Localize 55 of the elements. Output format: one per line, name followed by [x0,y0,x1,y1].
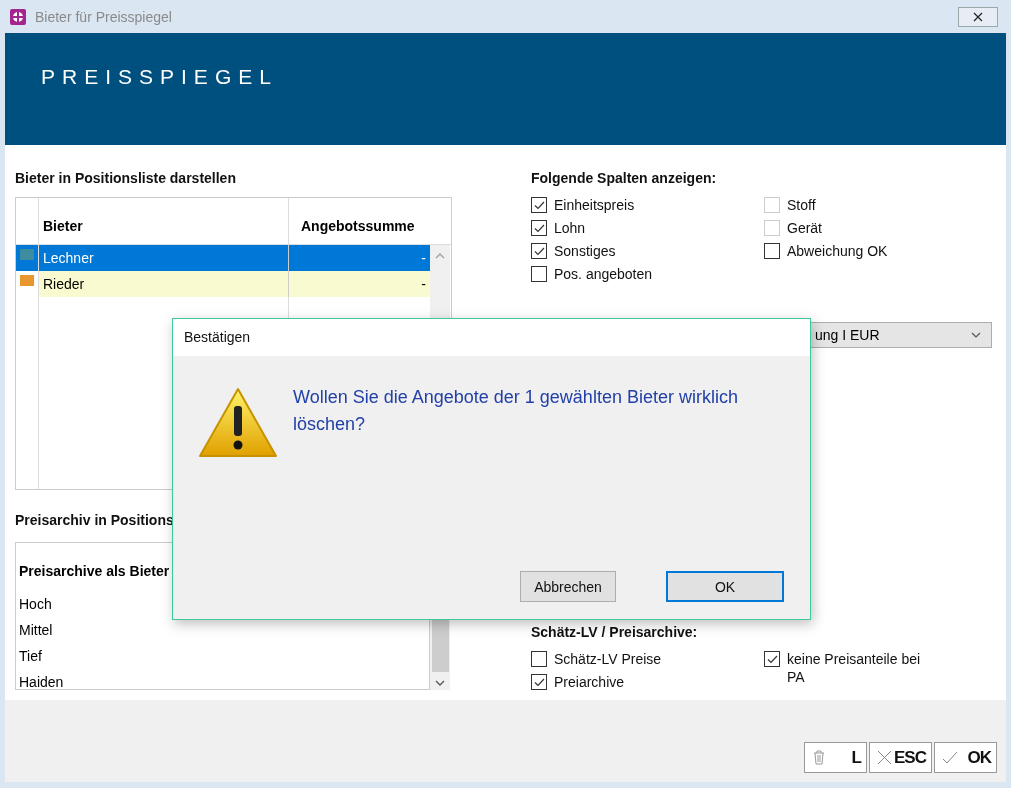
warning-icon [197,386,279,460]
list-item[interactable]: Mittel [19,617,425,643]
checkbox[interactable] [764,651,780,667]
checkbox-label: Stoff [787,196,816,214]
checkbox[interactable] [531,266,547,282]
table-cell: Rieder [39,271,289,297]
checkbox-label: Abweichung OK [787,242,888,260]
column-header: Bieter [39,198,289,244]
column-header: Angebotssumme [300,217,416,236]
footer-button[interactable]: ESC [869,742,932,773]
check-icon [533,246,545,256]
list-heading: Preisarchive als Bieter [19,563,171,581]
section-heading: Schätz-LV / Preisarchive: [531,623,699,642]
close-icon [876,749,893,766]
check-icon [766,654,778,664]
check-icon [533,200,545,210]
checkbox-label: Sonstiges [554,242,616,260]
checkbox[interactable] [531,243,547,259]
section-heading: Folgende Spalten anzeigen: [531,169,718,188]
check-icon [533,677,545,687]
footer-button[interactable]: OK [934,742,997,773]
checkbox-label: Gerät [787,219,822,237]
table-row[interactable]: Lechner - [16,245,430,271]
checkbox[interactable] [531,651,547,667]
scroll-down-icon [435,680,445,686]
table-row[interactable]: Rieder - [16,271,430,297]
checkbox-label: Pos. angeboten [554,265,653,283]
list-item[interactable]: Haiden [19,669,425,689]
chevron-down-icon [971,332,981,338]
checkbox-label: Schätz-LV Preise [554,650,662,668]
footer-button[interactable]: L [804,742,867,773]
checkbox[interactable] [531,220,547,236]
dialog-message: Wollen Sie die Angebote der 1 gewählten Bieter wirklich löschen? [293,386,739,436]
check-icon [941,749,958,766]
dialog-title: Bestätigen [173,319,810,356]
table-cell-text: - [420,275,427,294]
dialog-button[interactable]: OK [666,571,784,602]
dialog-button[interactable]: Abbrechen [520,571,616,602]
checkbox[interactable] [531,197,547,213]
window-title: Bieter für Preisspiegel [35,8,172,25]
section-heading: Bieter in Positionsliste darstellen [15,169,237,188]
scroll-up-icon [435,253,445,259]
app-icon [9,7,27,26]
checkbox[interactable] [764,243,780,259]
check-icon [533,223,545,233]
checkbox-label: Preiarchive [554,673,625,691]
banner-title: PREISSPIEGEL [41,64,278,89]
checkbox-label: keine Preisanteile bei PA [787,650,922,686]
list-item[interactable]: Tief [19,643,425,669]
checkbox[interactable] [531,674,547,690]
checkbox-label: Lohn [554,219,586,237]
close-icon [973,11,983,22]
checkbox-label: Einheitspreis [554,196,635,214]
section-heading: Preisarchiv in Positions [15,511,175,530]
table-cell-text: - [420,249,427,268]
